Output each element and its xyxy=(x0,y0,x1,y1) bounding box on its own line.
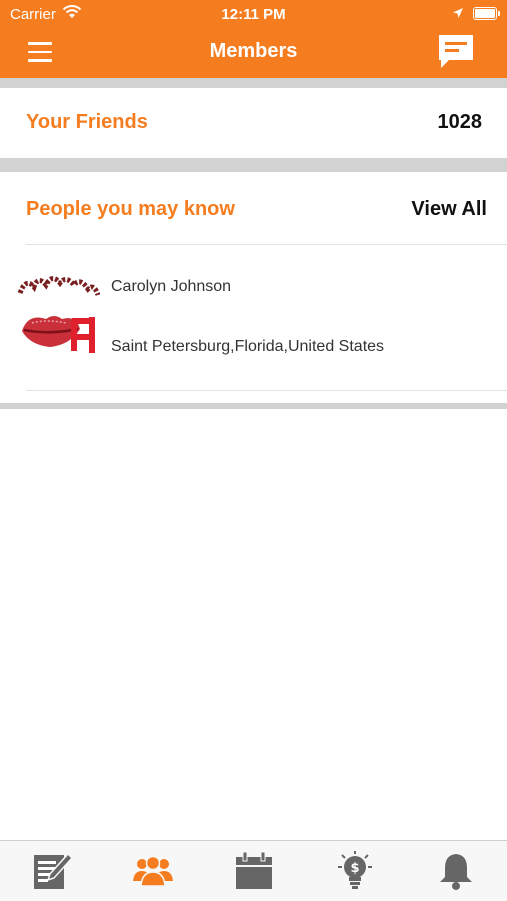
member-list-item[interactable]: Carolyn Johnson Saint Petersburg,Florida… xyxy=(0,245,507,390)
member-name: Carolyn Johnson xyxy=(111,278,232,295)
people-you-may-know-label: People you may know xyxy=(26,198,235,220)
view-all-button[interactable]: View All xyxy=(411,198,487,221)
people-you-may-know-header: People you may know View All xyxy=(0,172,507,244)
battery-icon xyxy=(473,7,500,20)
page-title: Members xyxy=(209,40,298,62)
chat-bubble-icon[interactable] xyxy=(436,32,476,72)
location-arrow-icon xyxy=(452,6,464,23)
edit-document-icon[interactable] xyxy=(32,851,74,891)
lips-logo-avatar[interactable] xyxy=(16,273,101,357)
status-time: 12:11 PM xyxy=(221,6,286,23)
divider xyxy=(26,390,507,391)
calendar-icon[interactable] xyxy=(234,851,274,891)
your-friends-label: Your Friends xyxy=(26,111,148,133)
friends-count: 1028 xyxy=(437,111,483,133)
section-separator xyxy=(0,158,507,172)
status-bar: Carrier 12:11 PM xyxy=(0,0,507,28)
section-separator xyxy=(0,78,507,88)
lightbulb-dollar-icon[interactable]: $ xyxy=(335,851,375,891)
member-location: Saint Petersburg,Florida,United States xyxy=(111,338,385,355)
your-friends-row[interactable]: Your Friends 1028 xyxy=(0,88,507,158)
top-bar: Carrier 12:11 PM Members xyxy=(0,0,507,78)
tab-bar: $ xyxy=(0,840,507,901)
members-group-icon[interactable] xyxy=(133,851,173,891)
svg-text:$: $ xyxy=(350,861,359,876)
section-separator xyxy=(0,403,507,409)
bell-icon[interactable] xyxy=(436,851,476,891)
